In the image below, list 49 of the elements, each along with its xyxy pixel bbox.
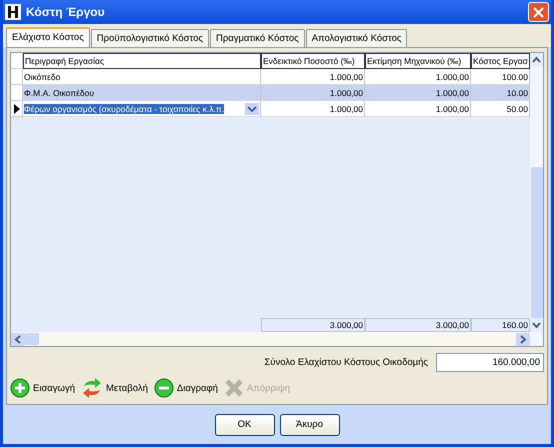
scroll-right-icon[interactable] (516, 332, 530, 346)
tab[interactable]: Απολογιστικό Κόστος (306, 29, 408, 47)
scroll-left-icon[interactable] (11, 332, 25, 346)
row-header[interactable] (11, 101, 23, 117)
total-cell: 3.000,00 (365, 318, 471, 332)
dropdown-icon (245, 102, 259, 114)
table-cell: 1.000,00 (365, 85, 471, 101)
plus-icon (10, 378, 30, 398)
column-header[interactable]: Ενδεικτικό Ποσοστό (‰) (261, 53, 365, 69)
table-cell: 100.00 (471, 69, 530, 85)
close-icon (533, 6, 544, 18)
table-cell: Οικόπεδο (23, 69, 261, 85)
column-header[interactable]: Κόστος Εργασ (471, 53, 530, 69)
table-cell: Φ.Μ.Α. Οικοπέδου (23, 85, 261, 101)
table-cell: 1.000,00 (365, 101, 471, 117)
row-header (11, 53, 23, 69)
column-header[interactable]: Περιγραφή Εργασίας (23, 53, 261, 69)
tab[interactable]: Πραγματικό Κόστος (210, 29, 305, 47)
scroll-thumb[interactable] (530, 167, 542, 318)
table-cell: 1.000,00 (261, 85, 365, 101)
total-label: Σύνολο Ελαχίστου Κόστους Οικοδομής (264, 357, 428, 368)
action-button[interactable]: Μεταβολή (81, 378, 148, 398)
table-cell: 1.000,00 (261, 101, 365, 117)
cross-icon (224, 378, 244, 398)
action-button[interactable]: Διαγραφή (154, 378, 218, 398)
total-cell: 3.000,00 (261, 318, 365, 332)
table-cell: 1.000,00 (261, 69, 365, 85)
dialog-button[interactable]: OK (214, 414, 274, 436)
scroll-up-icon[interactable] (530, 53, 543, 67)
column-header[interactable]: Εκτίμηση Μηχανικού (‰) (365, 53, 471, 69)
scroll-thumb[interactable] (25, 333, 39, 345)
close-button[interactable] (528, 2, 549, 22)
total-cell: 160.00 (471, 318, 530, 332)
table-cell: 10.00 (471, 85, 530, 101)
tab[interactable]: Προϋπολογιστικό Κόστος (90, 29, 209, 47)
window-title: Κόστη Έργου (26, 5, 106, 19)
scroll-down-icon[interactable] (530, 318, 543, 332)
vertical-scrollbar[interactable] (530, 53, 543, 346)
minus-icon (154, 378, 174, 398)
app-icon (5, 4, 21, 20)
action-button[interactable]: Εισαγωγή (10, 378, 76, 398)
total-field[interactable]: 160.000,00 (436, 353, 544, 372)
tab[interactable]: Ελάχιστο Κόστος (6, 27, 90, 47)
table-cell: 1.000,00 (365, 69, 471, 85)
combo-field[interactable]: Φέρων οργανισμός (σκυροδέματα - τοιχοποιίες κ.λ.π. (23, 101, 261, 117)
table-cell: 50.00 (471, 101, 530, 117)
horizontal-scrollbar[interactable] (11, 332, 530, 346)
dialog-button[interactable]: Άκυρο (280, 414, 340, 436)
swap-arrows-icon (81, 378, 104, 398)
